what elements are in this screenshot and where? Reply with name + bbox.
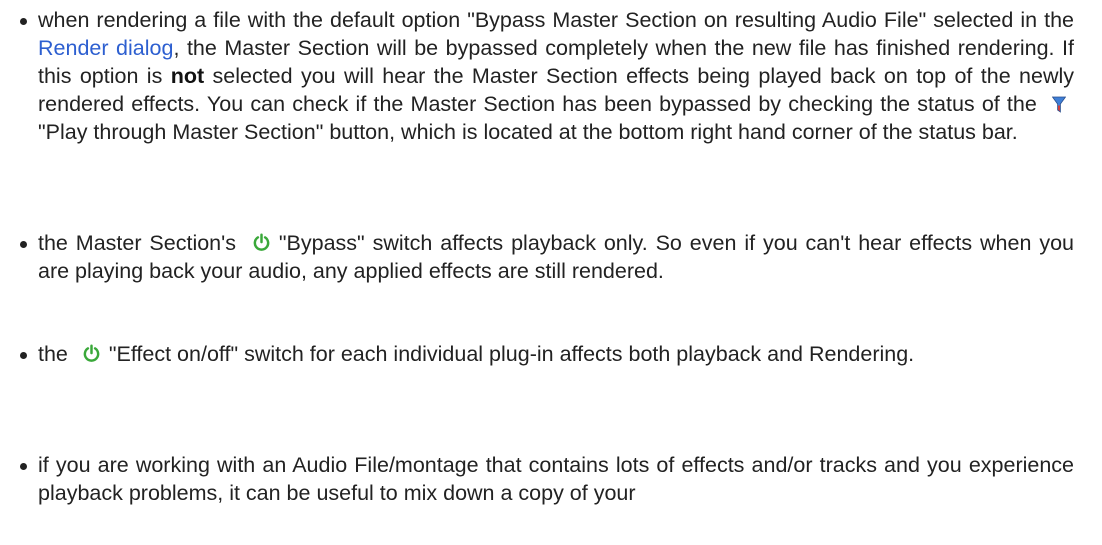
power-icon <box>82 344 101 363</box>
bullet-dot <box>20 18 27 25</box>
item-3-text-a: the <box>38 342 74 366</box>
help-page: when rendering a file with the default o… <box>0 0 1102 545</box>
item-1-text-d: "Play through Master Section" button, wh… <box>38 120 1018 144</box>
render-dialog-link[interactable]: Render dialog <box>38 36 173 60</box>
bullet-dot <box>20 463 27 470</box>
item-1-text-a: when rendering a file with the default o… <box>38 8 1074 32</box>
bullet-dot <box>20 352 27 359</box>
emphasis-not: not <box>170 64 205 88</box>
bullet-dot <box>20 241 27 248</box>
list-item-bypass-switch: the Master Section's "Bypass" switch aff… <box>20 229 1074 285</box>
power-icon <box>252 233 271 252</box>
list-item-effect-switch: the "Effect on/off" switch for each indi… <box>20 340 1074 368</box>
list-item-render-bypass: when rendering a file with the default o… <box>20 6 1074 146</box>
item-3-text-b: "Effect on/off" switch for each individu… <box>108 342 915 366</box>
funnel-icon <box>1052 96 1066 113</box>
item-2-text-a: the Master Section's <box>38 231 244 255</box>
item-4-text-a: if you are working with an Audio File/mo… <box>38 453 1074 505</box>
list-item-mixdown: if you are working with an Audio File/mo… <box>20 451 1074 507</box>
